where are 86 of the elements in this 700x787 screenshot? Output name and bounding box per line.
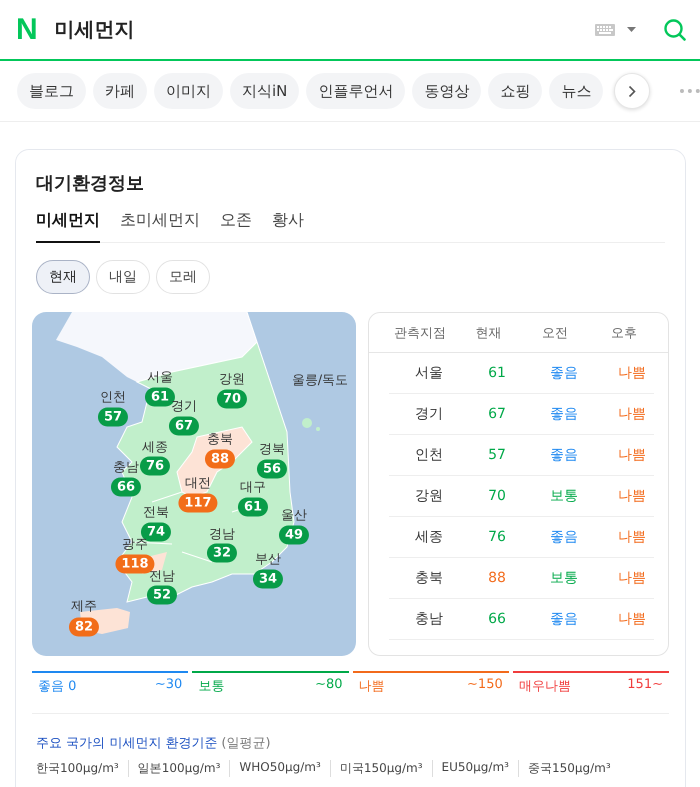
region-label: 대전 [185,475,211,492]
legend-label: 나쁨 [358,678,384,695]
category-chip[interactable]: 이미지 [154,73,223,109]
region-label: 대구 [240,479,266,496]
chevron-right-icon [628,84,636,98]
table-cell-text: 경기 [414,405,444,423]
region-label: 전북 [143,504,169,521]
table-cell-text: 76 [487,529,507,545]
table-cell-text: 충북 [414,569,444,587]
table-cell-text: 좋음 [549,364,579,382]
legend-label: 좋음 0 [38,678,76,695]
legend-label: 매우나쁨 [518,678,571,695]
day-tab[interactable]: 모레 [156,260,210,294]
standard-value: 중국150μg/m³ [518,760,620,777]
keyboard-icon[interactable] [595,24,615,36]
legend-range: ~150 [467,677,503,694]
table-cell-text: 강원 [414,487,444,505]
table-cell-text: 88 [487,570,507,586]
region-label: 인천 [100,389,126,406]
region-label: 제주 [71,598,97,615]
category-chip[interactable]: 뉴스 [549,73,604,109]
region-label: 서울 [147,369,173,386]
pollutant-tab[interactable]: 황사 [272,210,304,243]
table-cell-text: 나쁨 [617,528,647,546]
card-title: 대기환경정보 [36,172,145,195]
region-label: 충남 [113,459,139,476]
table-cell-text: 보통 [549,487,579,505]
search-query[interactable]: 미세먼지 [54,16,595,43]
standard-value: EU50μg/m³ [432,760,518,777]
table-cell-text: 세종 [414,528,444,546]
table-cell-text: 좋음 [549,405,579,423]
table-cell-text: 66 [487,611,507,627]
table-cell-text: 서울 [414,364,444,382]
category-chip[interactable]: 카페 [93,73,147,109]
column-header: 오후 [610,324,638,342]
table-cell-text: 나쁨 [617,364,647,382]
pollutant-tab[interactable]: 초미세먼지 [120,210,200,243]
standard-value: 한국100μg/m³ [36,760,120,777]
pollutant-tab[interactable]: 오존 [220,210,252,243]
table-cell-text: 보통 [549,569,579,587]
standards-title: 주요 국가의 미세먼지 환경기준 [36,736,218,751]
caret-icon[interactable] [627,27,636,32]
region-label: 부산 [255,551,281,568]
day-tab[interactable]: 현재 [36,260,90,294]
region-label: 강원 [219,371,245,388]
legend-range: ~80 [315,677,342,694]
table-cell-text: 충남 [414,610,444,628]
category-chip[interactable]: 인플루언서 [306,73,406,109]
region-label: 울릉/독도 [292,372,348,389]
table-cell-text: 나쁨 [617,405,647,423]
region-label: 경북 [259,441,285,458]
day-tab[interactable]: 내일 [96,260,150,294]
column-header: 관측지점 [393,324,447,342]
region-label: 울산 [281,507,307,524]
table-cell-text: 61 [487,365,507,381]
category-chip[interactable]: 지식iN [230,73,300,109]
standard-value: 미국150μg/m³ [330,760,432,777]
table-cell-text: 나쁨 [617,487,647,505]
table-cell-text: 인천 [414,446,444,464]
region-label: 경남 [209,526,235,543]
table-cell-text: 좋음 [549,446,579,464]
pollutant-tab[interactable]: 미세먼지 [36,210,100,243]
category-chip[interactable]: 쇼핑 [488,73,542,109]
table-cell-text: 57 [487,447,507,463]
table-cell-text: 67 [487,406,507,422]
region-label: 세종 [142,439,168,456]
legend-label: 보통 [198,678,224,695]
table-cell-text: 70 [487,488,507,504]
region-label: 충북 [207,431,233,448]
standard-value: 일본100μg/m³ [128,760,230,777]
category-chip[interactable]: 동영상 [412,73,482,109]
table-cell-text: 나쁨 [617,569,647,587]
table-cell-text: 좋음 [549,610,579,628]
table-cell-text: 좋음 [549,528,579,546]
standards-note: (일평균) [221,736,271,751]
table-cell-text: 나쁨 [617,610,647,628]
column-header: 현재 [474,324,502,342]
next-button[interactable] [614,73,650,109]
legend-range: 151~ [627,677,663,694]
legend-range: ~30 [154,677,182,694]
category-chip[interactable]: 블로그 [17,73,86,109]
more-icon[interactable] [680,89,700,93]
standard-value: WHO50μg/m³ [229,760,330,777]
table-cell-text: 나쁨 [617,446,647,464]
column-header: 오전 [541,324,569,342]
search-icon[interactable] [664,18,686,40]
